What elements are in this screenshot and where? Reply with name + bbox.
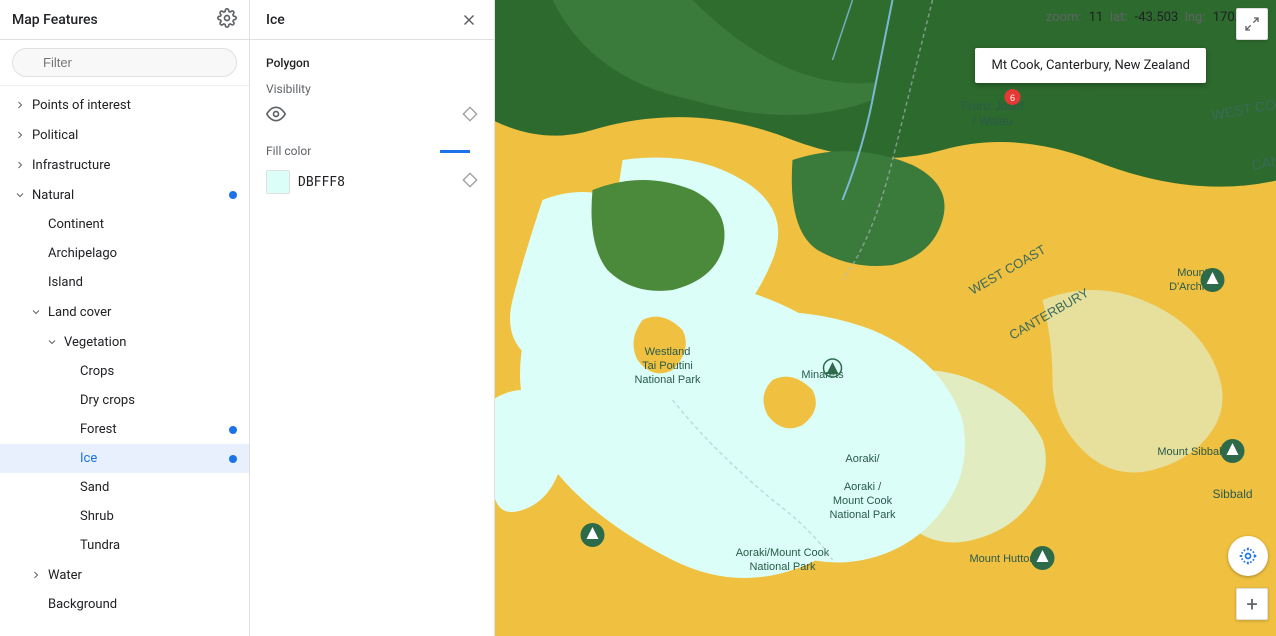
svg-text:Westland: Westland bbox=[645, 346, 691, 358]
sidebar-item-label: Tundra bbox=[80, 538, 237, 553]
color-hex-value: DBFFF8 bbox=[298, 175, 345, 190]
middle-content: Polygon Visibility Fill color DBFFF8 bbox=[250, 40, 494, 636]
visibility-label: Visibility bbox=[266, 82, 478, 96]
sidebar-item-label: Island bbox=[48, 275, 237, 290]
fill-color-row: Fill color bbox=[266, 144, 478, 158]
chevron-icon bbox=[28, 567, 44, 583]
zoom-in-button[interactable]: + bbox=[1236, 588, 1268, 620]
middle-panel-title: Ice bbox=[266, 12, 285, 28]
sidebar-item-tundra[interactable]: Tundra bbox=[0, 531, 249, 560]
chevron-icon bbox=[44, 334, 60, 350]
sidebar-item-continent[interactable]: Continent bbox=[0, 210, 249, 239]
sidebar-item-infrastructure[interactable]: Infrastructure bbox=[0, 150, 249, 180]
svg-text:Mount Cook: Mount Cook bbox=[833, 495, 893, 507]
visibility-diamond-icon[interactable] bbox=[462, 106, 478, 126]
filter-bar bbox=[0, 40, 249, 86]
nav-list: Points of interest Political Infrastructur… bbox=[0, 86, 249, 636]
svg-text:National Park: National Park bbox=[829, 509, 896, 521]
sidebar-item-label: Archipelago bbox=[48, 246, 237, 261]
color-swatch[interactable] bbox=[266, 170, 290, 194]
svg-text:6: 6 bbox=[1010, 93, 1015, 103]
location-tooltip: Mt Cook, Canterbury, New Zealand bbox=[975, 48, 1206, 83]
active-dot bbox=[229, 455, 237, 463]
middle-panel: Ice Polygon Visibility F bbox=[250, 0, 495, 636]
svg-text:Tai Poutini: Tai Poutini bbox=[642, 360, 693, 372]
active-dot bbox=[229, 426, 237, 434]
sidebar-item-points-of-interest[interactable]: Points of interest bbox=[0, 90, 249, 120]
sidebar-item-label: Continent bbox=[48, 217, 237, 232]
active-dot bbox=[229, 191, 237, 199]
sidebar-item-label: Water bbox=[48, 568, 237, 583]
sidebar-item-label: Points of interest bbox=[32, 98, 237, 113]
sidebar-item-crops[interactable]: Crops bbox=[0, 357, 249, 386]
fill-color-label: Fill color bbox=[266, 144, 440, 158]
visibility-row bbox=[266, 104, 478, 128]
svg-text:/ Walau: / Walau bbox=[972, 114, 1012, 128]
polygon-label: Polygon bbox=[266, 56, 478, 70]
locate-button[interactable] bbox=[1228, 536, 1268, 576]
sidebar-item-label: Sand bbox=[80, 480, 237, 495]
sidebar-item-label: Land cover bbox=[48, 305, 237, 320]
svg-text:Aoraki/: Aoraki/ bbox=[845, 453, 880, 465]
left-panel: Map Features Points of interest Political… bbox=[0, 0, 250, 636]
sidebar-item-label: Crops bbox=[80, 364, 237, 379]
sidebar-item-label: Ice bbox=[80, 451, 229, 466]
sidebar-item-ice[interactable]: Ice bbox=[0, 444, 249, 473]
svg-text:National Park: National Park bbox=[634, 374, 701, 386]
close-button[interactable] bbox=[460, 11, 478, 29]
sidebar-item-natural[interactable]: Natural bbox=[0, 180, 249, 210]
fill-diamond-icon[interactable] bbox=[462, 172, 478, 192]
sidebar-item-political[interactable]: Political bbox=[0, 120, 249, 150]
sidebar-item-label: Forest bbox=[80, 422, 229, 437]
sidebar-item-label: Shrub bbox=[80, 509, 237, 524]
svg-text:Mount Hutton: Mount Hutton bbox=[969, 553, 1035, 565]
chevron-icon bbox=[12, 97, 28, 113]
sidebar-item-label: Background bbox=[48, 597, 237, 612]
tooltip-text: Mt Cook, Canterbury, New Zealand bbox=[991, 58, 1190, 73]
svg-text:Mount Sibbald: Mount Sibbald bbox=[1157, 446, 1227, 458]
fullscreen-button[interactable] bbox=[1236, 8, 1268, 40]
sidebar-item-forest[interactable]: Forest bbox=[0, 415, 249, 444]
sidebar-item-label: Infrastructure bbox=[32, 158, 237, 173]
sidebar-item-land-cover[interactable]: Land cover bbox=[0, 297, 249, 327]
chevron-icon bbox=[12, 157, 28, 173]
sidebar-item-sand[interactable]: Sand bbox=[0, 473, 249, 502]
fill-color-line bbox=[440, 150, 470, 153]
chevron-icon bbox=[12, 127, 28, 143]
sidebar-item-shrub[interactable]: Shrub bbox=[0, 502, 249, 531]
left-panel-header: Map Features bbox=[0, 0, 249, 40]
svg-text:Aoraki /: Aoraki / bbox=[844, 481, 882, 493]
sidebar-item-label: Natural bbox=[32, 188, 229, 203]
chevron-icon bbox=[12, 187, 28, 203]
chevron-icon bbox=[28, 304, 44, 320]
sidebar-item-vegetation[interactable]: Vegetation bbox=[0, 327, 249, 357]
plus-icon: + bbox=[1246, 592, 1257, 616]
sidebar-item-label: Vegetation bbox=[64, 335, 237, 350]
svg-text:Aoraki/Mount Cook: Aoraki/Mount Cook bbox=[736, 547, 830, 559]
color-swatch-row: DBFFF8 bbox=[266, 170, 478, 194]
sidebar-item-dry-crops[interactable]: Dry crops bbox=[0, 386, 249, 415]
svg-text:Sibbald: Sibbald bbox=[1213, 487, 1253, 501]
sidebar-item-label: Dry crops bbox=[80, 393, 237, 408]
map-panel[interactable]: WEST COAST CANTERBURY WEST COAST CANTERB… bbox=[495, 0, 1276, 636]
sidebar-item-island[interactable]: Island bbox=[0, 268, 249, 297]
eye-icon[interactable] bbox=[266, 104, 286, 128]
sidebar-item-archipelago[interactable]: Archipelago bbox=[0, 239, 249, 268]
sidebar-item-water[interactable]: Water bbox=[0, 560, 249, 590]
map-features-title: Map Features bbox=[12, 12, 98, 28]
sidebar-item-label: Political bbox=[32, 128, 237, 143]
gear-icon[interactable] bbox=[217, 8, 237, 32]
middle-header: Ice bbox=[250, 0, 494, 40]
filter-input[interactable] bbox=[12, 48, 237, 77]
svg-text:National Park: National Park bbox=[749, 561, 816, 573]
sidebar-item-background[interactable]: Background bbox=[0, 590, 249, 619]
